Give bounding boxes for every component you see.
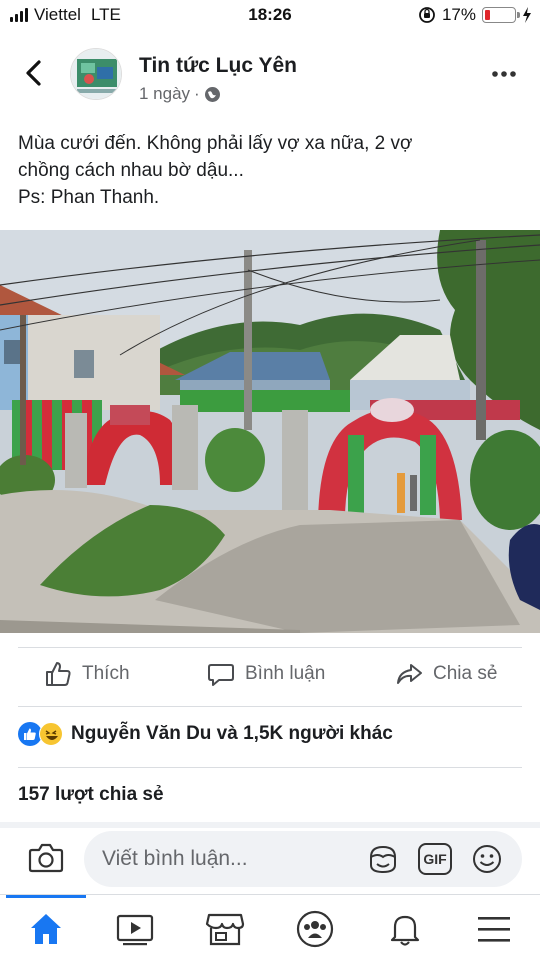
page-avatar[interactable] xyxy=(70,48,122,100)
share-button[interactable]: Chia sẻ xyxy=(395,660,497,688)
camera-icon[interactable] xyxy=(28,842,64,874)
post-caption: Mùa cưới đến. Không phải lấy vợ xa nữa, … xyxy=(18,130,523,211)
gif-label: GIF xyxy=(423,851,447,867)
like-label: Thích xyxy=(82,663,130,684)
home-icon[interactable] xyxy=(26,909,66,949)
watch-icon[interactable] xyxy=(115,909,155,949)
comment-icon xyxy=(208,664,234,686)
orientation-lock-icon xyxy=(419,7,435,23)
post-photo[interactable] xyxy=(0,230,540,633)
marketplace-icon[interactable] xyxy=(205,909,245,949)
menu-icon[interactable] xyxy=(474,909,514,949)
reactions-text: Nguyễn Văn Du và 1,5K người khác xyxy=(71,723,393,744)
caption-line: Mùa cưới đến. Không phải lấy vợ xa nữa, … xyxy=(18,133,413,154)
more-options-icon[interactable] xyxy=(490,64,518,84)
comment-placeholder: Viết bình luận... xyxy=(102,847,248,870)
emoji-icon[interactable] xyxy=(470,843,504,875)
comment-composer: Viết bình luận... GIF xyxy=(0,828,540,894)
divider xyxy=(18,767,522,768)
like-button[interactable]: Thích xyxy=(44,660,130,688)
caption-line: chồng cách nhau bờ dậu... xyxy=(18,160,244,181)
back-icon[interactable] xyxy=(22,58,46,88)
groups-icon[interactable] xyxy=(295,909,335,949)
haha-icon xyxy=(39,722,63,746)
share-icon xyxy=(397,664,422,684)
reactions-summary[interactable]: Nguyễn Văn Du và 1,5K người khác xyxy=(18,722,393,746)
shares-count[interactable]: 157 lượt chia sẻ xyxy=(18,784,164,806)
active-tab-indicator xyxy=(6,895,86,898)
comment-input[interactable]: Viết bình luận... GIF xyxy=(84,831,522,887)
caption-line: Ps: Phan Thanh. xyxy=(18,187,160,208)
charging-icon xyxy=(523,7,531,23)
meta-separator: · xyxy=(194,84,200,103)
globe-icon xyxy=(204,86,220,102)
comment-button[interactable]: Bình luận xyxy=(207,660,325,688)
divider xyxy=(18,706,522,707)
share-label: Chia sẻ xyxy=(433,663,498,684)
bottom-tab-bar xyxy=(0,894,540,960)
status-bar: Viettel LTE 18:26 17% xyxy=(0,0,540,30)
battery-percent: 17% xyxy=(441,5,476,24)
avatar-sticker-icon[interactable] xyxy=(366,843,400,875)
divider xyxy=(18,647,522,648)
page-name[interactable]: Tin tức Lục Yên xyxy=(139,54,297,78)
post-meta: 1 ngày · xyxy=(139,84,221,104)
notifications-icon[interactable] xyxy=(385,909,425,949)
thumbs-up-icon xyxy=(46,662,71,686)
post-time[interactable]: 1 ngày xyxy=(139,84,190,104)
comment-label: Bình luận xyxy=(245,663,326,684)
gif-icon[interactable]: GIF xyxy=(418,843,452,875)
battery-icon xyxy=(482,7,520,23)
